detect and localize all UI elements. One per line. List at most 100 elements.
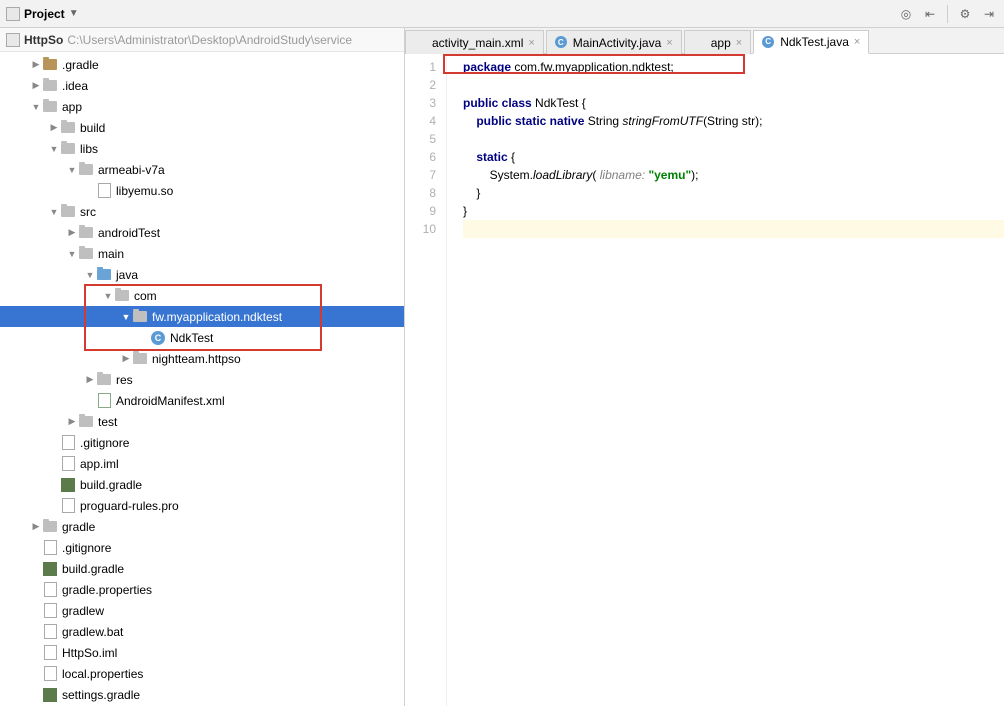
tree-node-label: armeabi-v7a (98, 163, 165, 177)
tree-node-label: app.iml (80, 457, 119, 471)
tree-node[interactable]: ▶.gitignore (0, 537, 404, 558)
dropdown-icon[interactable]: ▼ (69, 8, 79, 19)
chevron-down-icon[interactable]: ▼ (102, 291, 114, 301)
tree-node-label: AndroidManifest.xml (116, 394, 225, 408)
file-icon (96, 183, 112, 199)
tree-node[interactable]: ▶proguard-rules.pro (0, 495, 404, 516)
tab-label: NdkTest.java (780, 35, 849, 49)
chevron-down-icon[interactable]: ▼ (66, 249, 78, 259)
tree-node[interactable]: ▶build.gradle (0, 558, 404, 579)
package-icon (114, 288, 130, 304)
tree-node[interactable]: ▼libs (0, 138, 404, 159)
tree-node[interactable]: ▼ main (0, 243, 404, 264)
tree-node[interactable]: ▼ com (0, 285, 404, 306)
tree-node[interactable]: ▶ gradle (0, 516, 404, 537)
editor-tab[interactable]: app × (684, 30, 751, 54)
tree-node[interactable]: ▶app.iml (0, 453, 404, 474)
kw-class: public class (463, 96, 532, 110)
tree-node-label: com (134, 289, 157, 303)
separator (947, 5, 948, 23)
editor-tab[interactable]: CNdkTest.java× (753, 30, 869, 54)
chevron-right-icon[interactable]: ▶ (30, 80, 42, 91)
tree-node[interactable]: ▶AndroidManifest.xml (0, 390, 404, 411)
tree-node[interactable]: ▶settings.gradle (0, 684, 404, 705)
line-number: 2 (405, 76, 436, 94)
tree-node-label: libyemu.so (116, 184, 173, 198)
project-tree[interactable]: ▶.gradle▶.idea▼app▶build▼libs▼armeabi-v7… (0, 52, 404, 705)
tree-node[interactable]: ▶CNdkTest (0, 327, 404, 348)
close-icon[interactable]: × (736, 37, 742, 49)
tree-node[interactable]: ▶HttpSo.iml (0, 642, 404, 663)
tree-node-label: test (98, 415, 117, 429)
gradle-file-icon (42, 561, 58, 577)
close-icon[interactable]: × (666, 37, 672, 49)
tree-node[interactable]: ▶.gitignore (0, 432, 404, 453)
chevron-down-icon[interactable]: ▼ (48, 144, 60, 154)
tree-node-label: gradlew.bat (62, 625, 123, 639)
chevron-right-icon[interactable]: ▶ (48, 122, 60, 133)
code-lines[interactable]: package com.fw.myapplication.ndktest; pu… (447, 54, 1004, 706)
chevron-down-icon[interactable]: ▼ (66, 165, 78, 175)
tree-node[interactable]: ▶.gradle (0, 54, 404, 75)
file-icon (60, 498, 76, 514)
folder-icon (42, 78, 58, 94)
editor-tabs: activity_main.xml×CMainActivity.java×app… (405, 28, 1004, 54)
editor-tab[interactable]: activity_main.xml × (405, 30, 544, 54)
chevron-down-icon[interactable]: ▼ (120, 312, 132, 322)
string-literal: "yemu" (648, 168, 691, 182)
line-number: 4 (405, 112, 436, 130)
gear-icon[interactable]: ⚙ (956, 5, 974, 23)
tree-node[interactable]: ▼src (0, 201, 404, 222)
chevron-right-icon[interactable]: ▶ (30, 521, 42, 532)
chevron-right-icon[interactable]: ▶ (30, 59, 42, 70)
tree-node-label: gradlew (62, 604, 104, 618)
file-icon (42, 624, 58, 640)
chevron-down-icon[interactable]: ▼ (48, 207, 60, 217)
tree-node[interactable]: ▶build (0, 117, 404, 138)
tree-node-label: local.properties (62, 667, 143, 681)
tree-node-label: nightteam.httpso (152, 352, 241, 366)
folder-icon (96, 267, 112, 283)
close-icon[interactable]: × (854, 36, 860, 48)
breadcrumb-root[interactable]: HttpSo (24, 33, 63, 47)
code-editor[interactable]: 12345678910 package com.fw.myapplication… (405, 54, 1004, 706)
tree-node[interactable]: ▼ armeabi-v7a (0, 159, 404, 180)
close-icon[interactable]: × (528, 37, 534, 49)
hide-icon[interactable]: ⇥ (980, 5, 998, 23)
tree-node[interactable]: ▶.idea (0, 75, 404, 96)
tree-node-label: build.gradle (62, 562, 124, 576)
tree-node[interactable]: ▶gradle.properties (0, 579, 404, 600)
tree-node[interactable]: ▶libyemu.so (0, 180, 404, 201)
tree-node[interactable]: ▶ nightteam.httpso (0, 348, 404, 369)
tree-node[interactable]: ▶gradlew (0, 600, 404, 621)
chevron-right-icon[interactable]: ▶ (66, 416, 78, 427)
brace-close: } (463, 186, 480, 200)
chevron-right-icon[interactable]: ▶ (84, 374, 96, 385)
tab-label: activity_main.xml (432, 36, 523, 50)
chevron-right-icon[interactable]: ▶ (66, 227, 78, 238)
tree-node-label: gradle (62, 520, 95, 534)
tree-node[interactable]: ▶gradlew.bat (0, 621, 404, 642)
tree-node[interactable]: ▼app (0, 96, 404, 117)
editor-tab[interactable]: CMainActivity.java× (546, 30, 682, 54)
tree-node[interactable]: ▶androidTest (0, 222, 404, 243)
tree-node[interactable]: ▶build.gradle (0, 474, 404, 495)
folder-icon (60, 141, 76, 157)
project-label[interactable]: Project (24, 7, 65, 21)
chevron-down-icon[interactable]: ▼ (84, 270, 96, 280)
tree-node[interactable]: ▼fw.myapplication.ndktest (0, 306, 404, 327)
folder-icon (42, 519, 58, 535)
chevron-down-icon[interactable]: ▼ (30, 102, 42, 112)
folder-icon (78, 246, 94, 262)
folder-icon (78, 414, 94, 430)
tab-label: app (711, 36, 731, 50)
target-icon[interactable]: ◎ (897, 5, 915, 23)
chevron-right-icon[interactable]: ▶ (120, 353, 132, 364)
tree-node[interactable]: ▼java (0, 264, 404, 285)
kw-static: static (463, 150, 508, 164)
tree-node[interactable]: ▶ test (0, 411, 404, 432)
collapse-icon[interactable]: ⇤ (921, 5, 939, 23)
tree-node[interactable]: ▶local.properties (0, 663, 404, 684)
tree-node-label: main (98, 247, 124, 261)
tree-node[interactable]: ▶res (0, 369, 404, 390)
